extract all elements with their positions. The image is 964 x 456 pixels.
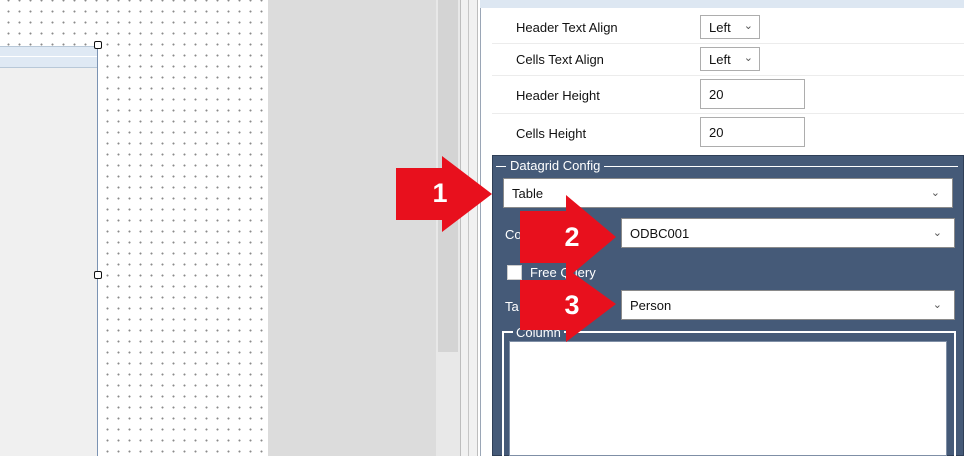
chevron-down-icon: ⌄	[932, 227, 942, 239]
chevron-down-icon: ⌄	[743, 20, 753, 32]
table-label: Ta	[505, 299, 519, 314]
header-text-align-label: Header Text Align	[516, 20, 618, 35]
cells-text-align-dropdown[interactable]: Left ⌄	[700, 47, 760, 71]
chevron-down-icon: ⌄	[932, 299, 942, 311]
callout-number-3: 3	[564, 290, 580, 320]
columns-list[interactable]	[509, 341, 947, 456]
datagrid-header-divider	[0, 56, 98, 57]
chevron-down-icon: ⌄	[930, 187, 940, 199]
callout-number-1: 1	[432, 178, 448, 208]
datagrid-control-body[interactable]	[0, 68, 98, 456]
connection-value: ODBC001	[630, 226, 690, 241]
row-divider	[492, 43, 964, 44]
cells-height-label: Cells Height	[516, 126, 587, 141]
datagrid-control-border	[97, 46, 98, 456]
header-text-align-dropdown[interactable]: Left ⌄	[700, 15, 760, 39]
datagrid-config-title: Datagrid Config	[506, 158, 605, 173]
datagrid-control-header[interactable]	[0, 46, 98, 68]
table-dropdown[interactable]: Person ⌄	[621, 290, 955, 320]
resize-handle-icon[interactable]	[94, 41, 102, 49]
connection-dropdown[interactable]: ODBC001 ⌄	[621, 218, 955, 248]
row-divider	[492, 75, 964, 76]
table-value: Person	[630, 298, 672, 313]
cells-text-align-label: Cells Text Align	[516, 52, 604, 67]
header-text-align-value: Left	[709, 20, 731, 35]
row-divider	[492, 113, 964, 114]
properties-panel-top-strip	[480, 0, 964, 8]
cells-height-input[interactable]: 20	[700, 117, 805, 147]
cells-text-align-value: Left	[709, 52, 731, 67]
resize-handle-icon[interactable]	[94, 271, 102, 279]
header-height-input[interactable]: 20	[700, 79, 805, 109]
header-height-label: Header Height	[516, 88, 600, 103]
chevron-down-icon: ⌄	[743, 52, 753, 64]
callout-number-2: 2	[564, 222, 580, 252]
